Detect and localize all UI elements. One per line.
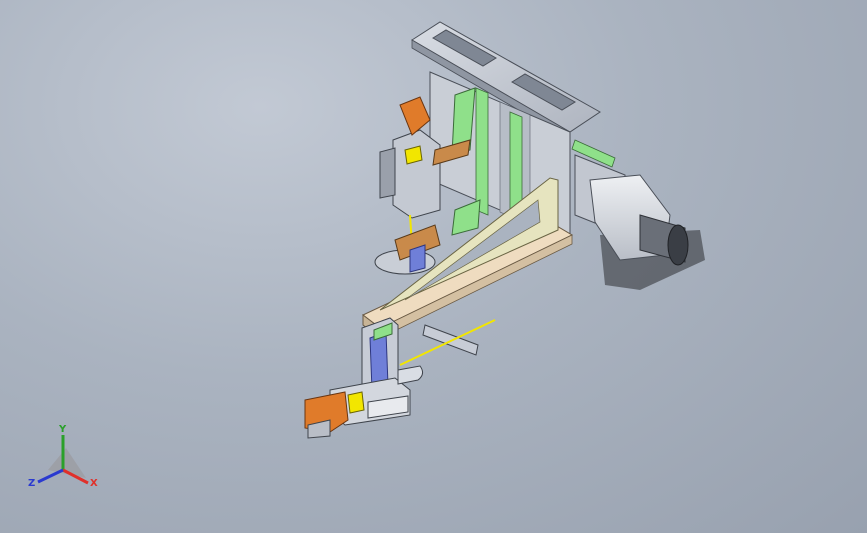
cad-viewport[interactable]: Y X Z (0, 0, 867, 533)
green-rail-left[interactable] (475, 87, 489, 216)
triad-y-label: Y (58, 424, 67, 435)
triad-z-label: Z (28, 478, 35, 489)
triad-z-axis (37, 468, 64, 484)
mounting-ear[interactable] (397, 365, 424, 385)
coordinate-triad: Y X Z (28, 424, 98, 489)
yellow-axis-line-lower (399, 319, 496, 366)
middle-sensor-bracket[interactable] (374, 224, 441, 275)
servo-motor[interactable] (574, 154, 689, 266)
triad-x-label: X (90, 478, 98, 489)
lower-gripper[interactable] (304, 377, 411, 439)
assembly-model[interactable]: Y X Z (0, 0, 867, 533)
